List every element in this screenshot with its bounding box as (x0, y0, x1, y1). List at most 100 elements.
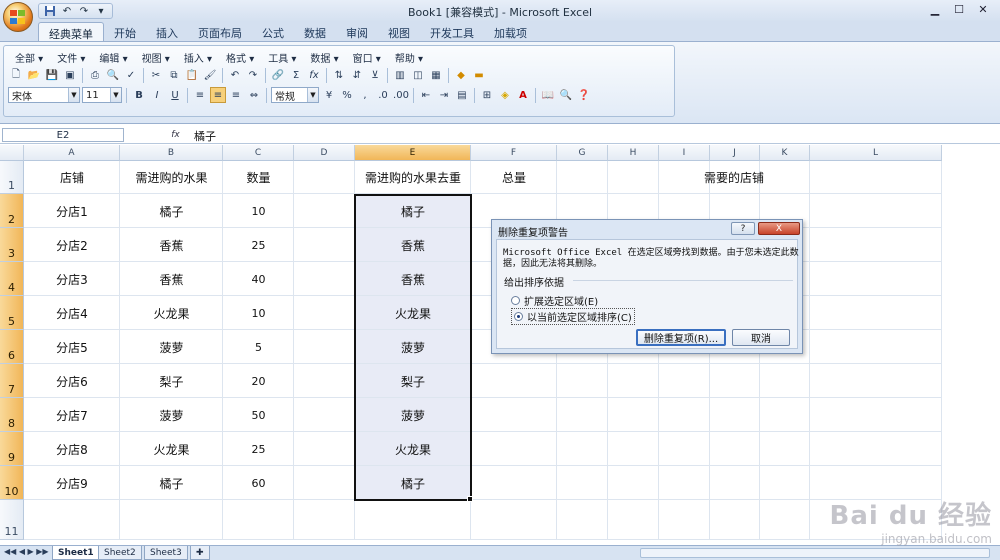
store-cell[interactable]: 分店9 (24, 466, 120, 500)
header-quantity[interactable]: 数量 (223, 161, 294, 194)
store-cell[interactable]: 分店6 (24, 364, 120, 398)
radio-icon[interactable] (511, 296, 520, 305)
minimize-icon[interactable]: ▁ (926, 2, 944, 16)
dedup-fruit-cell[interactable]: 橘子 (355, 466, 471, 500)
quantity-cell[interactable]: 5 (223, 330, 294, 364)
cell-k11[interactable] (760, 500, 810, 540)
sheet-tab-2[interactable]: Sheet2 (98, 546, 142, 560)
store-cell[interactable]: 分店3 (24, 262, 120, 296)
research-icon[interactable]: 📖 (540, 87, 556, 103)
merge-center-icon[interactable]: ⇔ (246, 87, 262, 103)
cell-i8[interactable] (659, 398, 710, 432)
store-cell[interactable]: 分店4 (24, 296, 120, 330)
currency-icon[interactable]: ¥ (321, 87, 337, 103)
name-box[interactable]: E2 (2, 128, 124, 142)
menu-file[interactable]: 文件 ▾ (50, 48, 92, 67)
quantity-cell[interactable]: 50 (223, 398, 294, 432)
tab-home[interactable]: 开始 (104, 22, 146, 41)
quantity-cell[interactable]: 10 (223, 296, 294, 330)
increase-indent-icon[interactable]: ⇥ (436, 87, 452, 103)
tab-insert[interactable]: 插入 (146, 22, 188, 41)
cell-d7[interactable] (294, 364, 355, 398)
cell-f10[interactable] (471, 466, 557, 500)
tab-data[interactable]: 数据 (294, 22, 336, 41)
cell-h9[interactable] (608, 432, 659, 466)
select-all-corner[interactable] (0, 145, 24, 161)
font-name-combo[interactable]: 宋体 ▼ (8, 87, 80, 103)
cell-g9[interactable] (557, 432, 608, 466)
tab-page-layout[interactable]: 页面布局 (188, 22, 252, 41)
header-fruit[interactable]: 需进购的水果 (120, 161, 223, 194)
fruit-cell[interactable]: 菠萝 (120, 330, 223, 364)
cell-h10[interactable] (608, 466, 659, 500)
menu-all[interactable]: 全部 ▾ (8, 48, 50, 67)
column-header-d[interactable]: D (294, 145, 355, 161)
store-cell[interactable]: 分店8 (24, 432, 120, 466)
open-icon[interactable]: 📂 (26, 67, 42, 83)
cell-k10[interactable] (760, 466, 810, 500)
cell-i9[interactable] (659, 432, 710, 466)
cell-g10[interactable] (557, 466, 608, 500)
cell-d3[interactable] (294, 228, 355, 262)
quantity-cell[interactable]: 10 (223, 194, 294, 228)
menu-help[interactable]: 帮助 ▾ (388, 48, 430, 67)
cell-f8[interactable] (471, 398, 557, 432)
fruit-cell[interactable]: 香蕉 (120, 228, 223, 262)
menu-data[interactable]: 数据 ▾ (303, 48, 345, 67)
row-header-3[interactable]: 3 (0, 228, 24, 262)
menu-insert[interactable]: 插入 ▾ (177, 48, 219, 67)
insert-function-icon[interactable]: fx (168, 128, 183, 142)
sort-descending-icon[interactable]: ⇵ (349, 67, 365, 83)
fruit-cell[interactable]: 菠萝 (120, 398, 223, 432)
dedup-fruit-cell[interactable]: 香蕉 (355, 262, 471, 296)
decrease-indent-icon[interactable]: ⇤ (418, 87, 434, 103)
chart-icon[interactable]: ▥ (392, 67, 408, 83)
row-header-7[interactable]: 7 (0, 364, 24, 398)
zoom-icon[interactable]: 🔍 (558, 87, 574, 103)
cell-j7[interactable] (710, 364, 760, 398)
cell-d11[interactable] (294, 500, 355, 540)
quantity-cell[interactable]: 25 (223, 228, 294, 262)
quantity-cell[interactable]: 40 (223, 262, 294, 296)
cell-h7[interactable] (608, 364, 659, 398)
cell-d4[interactable] (294, 262, 355, 296)
bold-icon[interactable]: B (131, 87, 147, 103)
menu-format[interactable]: 格式 ▾ (219, 48, 261, 67)
help-icon[interactable]: ❓ (576, 87, 592, 103)
percent-icon[interactable]: % (339, 87, 355, 103)
cancel-button[interactable]: 取消 (732, 329, 790, 346)
cell-g8[interactable] (557, 398, 608, 432)
row-header-4[interactable]: 4 (0, 262, 24, 296)
cell-d2[interactable] (294, 194, 355, 228)
cell-j11[interactable] (710, 500, 760, 540)
menu-window[interactable]: 窗口 ▾ (346, 48, 388, 67)
option-current-selection[interactable]: 以当前选定区域排序(C) (511, 308, 635, 325)
menu-view[interactable]: 视图 ▾ (135, 48, 177, 67)
sheet-tab-1[interactable]: Sheet1 (52, 546, 100, 560)
cell-l9[interactable] (810, 432, 942, 466)
underline-icon[interactable]: U (167, 87, 183, 103)
dedup-fruit-cell[interactable]: 菠萝 (355, 398, 471, 432)
cell-d6[interactable] (294, 330, 355, 364)
spelling-icon[interactable]: ✓ (123, 67, 139, 83)
cell-l8[interactable] (810, 398, 942, 432)
cell-i7[interactable] (659, 364, 710, 398)
cell-b11[interactable] (120, 500, 223, 540)
cell-i10[interactable] (659, 466, 710, 500)
horizontal-scrollbar[interactable] (640, 548, 990, 558)
remove-duplicates-button[interactable]: 删除重复项(R)... (636, 329, 726, 346)
dedup-fruit-cell[interactable]: 火龙果 (355, 432, 471, 466)
header-dedup-fruit[interactable]: 需进购的水果去重 (355, 161, 471, 194)
row-header-9[interactable]: 9 (0, 432, 24, 466)
drawing-icon[interactable]: ◫ (410, 67, 426, 83)
tab-developer[interactable]: 开发工具 (420, 22, 484, 41)
cell-l2[interactable] (810, 194, 942, 228)
copy-icon[interactable]: ⧉ (166, 67, 182, 83)
dedup-fruit-cell[interactable]: 梨子 (355, 364, 471, 398)
cell-f7[interactable] (471, 364, 557, 398)
column-header-h[interactable]: H (608, 145, 659, 161)
header-required-stores[interactable]: 需要的店铺 (608, 161, 860, 194)
store-cell[interactable]: 分店5 (24, 330, 120, 364)
close-icon[interactable]: ✕ (974, 2, 992, 16)
column-header-g[interactable]: G (557, 145, 608, 161)
